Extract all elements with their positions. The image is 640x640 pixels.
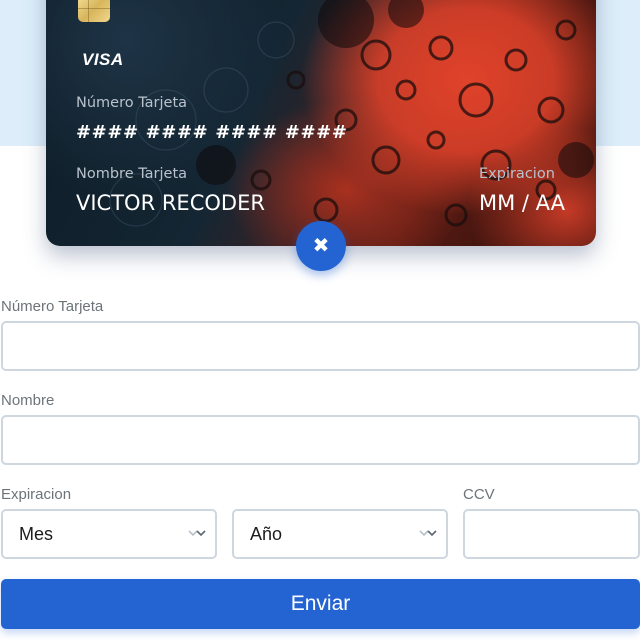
card-chip-icon	[78, 0, 110, 22]
card-expiry-label: Expiracion	[479, 166, 555, 182]
card-name-label: Nombre Tarjeta	[76, 166, 188, 182]
expiry-field-label: Expiracion	[1, 486, 72, 503]
card-number-value[interactable]: #### #### #### ####	[76, 122, 348, 143]
month-select-value: Mes	[19, 524, 54, 544]
chevron-down-icon	[419, 530, 437, 537]
ccv-input[interactable]	[463, 509, 640, 559]
ccv-field-label: CCV	[463, 486, 495, 503]
card-brand-logo: VISA	[82, 50, 124, 69]
card-expiry-value[interactable]: MM / AA	[479, 191, 565, 215]
close-icon: ✖	[312, 235, 330, 257]
credit-card-preview[interactable]: VISA Número Tarjeta #### #### #### #### …	[46, 0, 596, 246]
year-select[interactable]: Año	[232, 509, 448, 559]
month-select[interactable]: Mes	[1, 509, 217, 559]
card-number-field-label: Número Tarjeta	[1, 298, 104, 315]
card-number-input[interactable]	[1, 321, 640, 371]
card-name-value[interactable]: VICTOR RECODER	[76, 191, 265, 215]
toggle-form-button[interactable]: ✖	[296, 221, 346, 271]
year-select-value: Año	[250, 524, 283, 544]
chevron-down-icon	[188, 530, 206, 537]
name-input[interactable]	[1, 415, 640, 465]
name-field-label: Nombre	[1, 392, 55, 409]
submit-button[interactable]: Enviar	[1, 579, 640, 629]
card-number-label: Número Tarjeta	[76, 95, 188, 111]
